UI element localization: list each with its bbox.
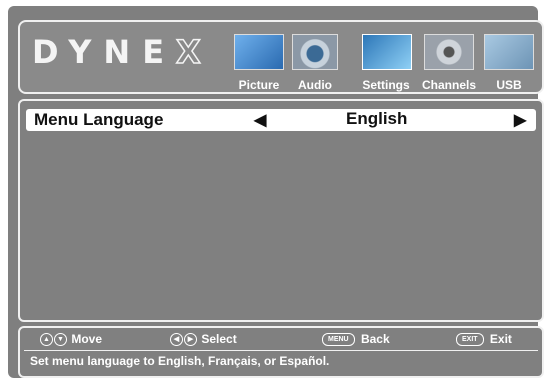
option-name: Menu Language	[34, 110, 164, 129]
menu-language-row[interactable]: Menu Language ◀ English ▶	[26, 109, 536, 131]
settings-icon	[362, 34, 412, 70]
menu-header: DYNEX Picture Audio Settings Channels US…	[18, 20, 544, 94]
menu-footer: ▲ ▼ Move ◀ ▶ Select MENU Back EXIT Exit Se…	[18, 326, 544, 378]
tab-picture[interactable]: Picture	[230, 32, 288, 92]
tab-audio[interactable]: Audio	[290, 32, 340, 92]
button-hints: ▲ ▼ Move ◀ ▶ Select MENU Back EXIT Exit	[20, 332, 542, 350]
exit-hint: EXIT Exit	[456, 332, 512, 347]
option-value: English	[346, 109, 408, 128]
select-hint: ◀ ▶ Select	[170, 332, 237, 347]
tab-settings[interactable]: Settings	[356, 32, 416, 92]
left-arrow-icon[interactable]: ◀	[254, 110, 266, 130]
tab-channels[interactable]: Channels	[418, 32, 480, 92]
right-button-icon: ▶	[184, 333, 197, 347]
footer-divider	[24, 350, 538, 351]
picture-icon	[234, 34, 284, 70]
back-hint: MENU Back	[322, 332, 390, 347]
down-button-icon: ▼	[54, 333, 67, 347]
help-text: Set menu language to English, Français, …	[30, 354, 330, 368]
menu-key-icon: MENU	[322, 333, 355, 347]
left-button-icon: ◀	[170, 333, 183, 347]
settings-content-panel: Menu Language ◀ English ▶	[18, 99, 544, 322]
up-button-icon: ▲	[40, 333, 53, 347]
usb-icon	[484, 34, 534, 70]
move-hint: ▲ ▼ Move	[40, 332, 102, 347]
exit-key-icon: EXIT	[456, 333, 484, 347]
tab-usb[interactable]: USB	[482, 32, 536, 92]
dynex-logo: DYNEX	[32, 33, 213, 71]
audio-icon	[292, 34, 338, 70]
channels-icon	[424, 34, 474, 70]
right-arrow-icon[interactable]: ▶	[514, 110, 526, 130]
